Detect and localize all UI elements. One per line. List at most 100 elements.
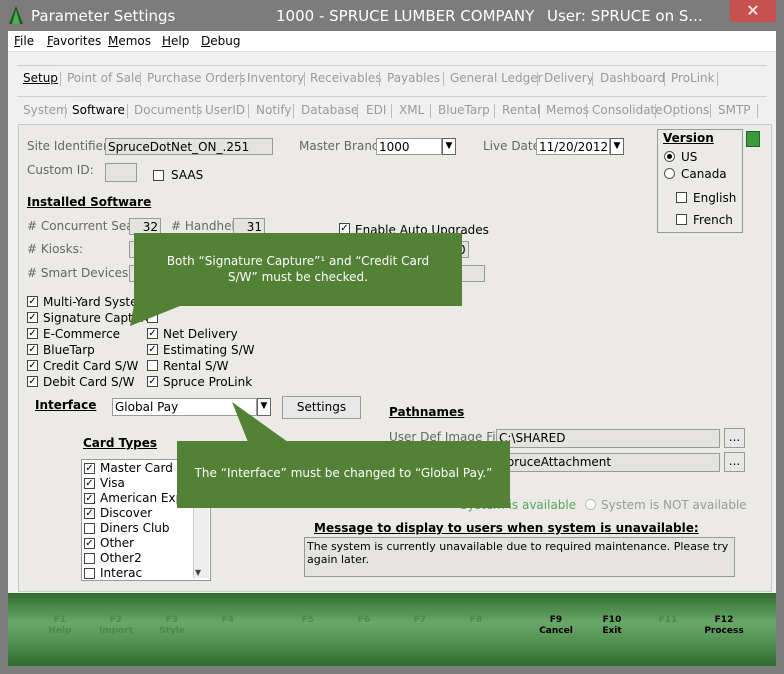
f11-key[interactable]: F11 <box>648 615 688 626</box>
tab-delivery[interactable]: Delivery <box>544 71 594 85</box>
live-date-label: Live Date: <box>483 139 545 153</box>
menu-memos[interactable]: Memos <box>108 34 151 48</box>
subtab-notify[interactable]: Notify <box>256 103 291 117</box>
tab-general-ledger[interactable]: General Ledger <box>450 71 543 85</box>
menu-file[interactable]: File <box>14 34 34 48</box>
f12-key-text: Process <box>704 626 744 636</box>
f9-key-text: Cancel <box>539 626 573 636</box>
f6-key[interactable]: F6 <box>344 615 384 626</box>
tab-payables[interactable]: Payables <box>387 71 440 85</box>
subtab-consolidate[interactable]: Consolidate <box>592 103 663 117</box>
tab-dashboard[interactable]: Dashboard <box>600 71 665 85</box>
subtab-options[interactable]: Options <box>663 103 709 117</box>
tab-inventory[interactable]: Inventory <box>247 71 304 85</box>
callout-signature: Both “Signature Capture”¹ and “Credit Ca… <box>134 233 462 306</box>
browse-attachment-button[interactable]: ... <box>724 452 745 472</box>
f9-key-label: F9 <box>549 615 563 625</box>
tab-prolink[interactable]: ProLink <box>671 71 715 85</box>
card-visa-checkbox[interactable]: ✓ <box>84 478 95 489</box>
f3-key[interactable]: F3 Style <box>152 615 192 637</box>
f12-key-label: F12 <box>714 615 734 625</box>
tab-divider <box>586 104 587 118</box>
callout-pointer-2 <box>232 402 288 442</box>
title-bar[interactable]: Parameter Settings 1000 - SPRUCE LUMBER … <box>0 0 784 31</box>
f5-key[interactable]: F5 <box>288 615 328 626</box>
live-date-dropdown-icon[interactable]: ▼ <box>610 138 624 155</box>
bluetarp-checkbox[interactable]: ✓ <box>27 344 38 355</box>
tab-purchase-orders[interactable]: Purchase Orders <box>147 71 246 85</box>
subtab-userid[interactable]: UserID <box>205 103 245 117</box>
credit-card-checkbox[interactable]: ✓ <box>27 360 38 371</box>
ecommerce-checkbox[interactable]: ✓ <box>27 328 38 339</box>
f2-key[interactable]: F2 Import <box>96 615 136 637</box>
multi-yard-checkbox[interactable]: ✓ <box>27 296 38 307</box>
card-other-checkbox[interactable]: ✓ <box>84 538 95 549</box>
f1-key-text: Help <box>48 626 72 636</box>
card-interac-label: Interac <box>100 566 143 580</box>
f1-key[interactable]: F1 Help <box>40 615 80 637</box>
f4-key[interactable]: F4 <box>208 615 248 626</box>
rental-checkbox[interactable] <box>147 360 158 371</box>
close-button[interactable]: ✕ <box>730 0 776 22</box>
tab-divider <box>655 104 656 118</box>
subtab-software[interactable]: Software <box>72 103 125 117</box>
card-diners-checkbox[interactable] <box>84 523 95 534</box>
estimating-checkbox[interactable]: ✓ <box>147 344 158 355</box>
signature-capture-checkbox[interactable]: ✓ <box>27 312 38 323</box>
version-label: Version <box>663 131 714 145</box>
subtab-smtp[interactable]: SMTP <box>718 103 751 117</box>
browse-image-button[interactable]: ... <box>724 428 745 448</box>
subtab-system[interactable]: System <box>23 103 68 117</box>
card-discover-checkbox[interactable]: ✓ <box>84 508 95 519</box>
tab-receivables[interactable]: Receivables <box>310 71 382 85</box>
master-branch-select[interactable]: 1000 <box>376 138 442 155</box>
card-interac-checkbox[interactable] <box>84 568 95 579</box>
tab-point-of-sale[interactable]: Point of Sale <box>67 71 142 85</box>
card-amex-checkbox[interactable]: ✓ <box>84 493 95 504</box>
french-checkbox[interactable] <box>676 214 687 225</box>
tab-setup[interactable]: Setup <box>23 71 58 85</box>
subtab-memos[interactable]: Memos <box>546 103 589 117</box>
card-other2-checkbox[interactable] <box>84 553 95 564</box>
tab-divider <box>710 104 711 118</box>
live-date-field[interactable]: 11/20/2012 <box>536 138 610 155</box>
prolink-label: Spruce ProLink <box>163 375 253 389</box>
prolink-checkbox[interactable]: ✓ <box>147 376 158 387</box>
custom-id-field[interactable] <box>105 163 137 182</box>
menu-favorites[interactable]: Favorites <box>47 34 101 48</box>
debit-card-checkbox[interactable]: ✓ <box>27 376 38 387</box>
master-branch-dropdown-icon[interactable]: ▼ <box>442 138 456 155</box>
f7-key[interactable]: F7 <box>400 615 440 626</box>
version-us-label: US <box>681 150 698 164</box>
subtab-documents[interactable]: Documents <box>134 103 202 117</box>
attachment-path-field[interactable]: SpruceAttachment <box>496 453 720 472</box>
scroll-down-icon[interactable]: ▼ <box>195 568 201 577</box>
credit-card-label: Credit Card S/W <box>43 359 139 373</box>
version-canada-radio[interactable] <box>664 168 675 179</box>
english-checkbox[interactable] <box>676 192 687 203</box>
subtab-edi[interactable]: EDI <box>366 103 386 117</box>
menu-help[interactable]: Help <box>162 34 189 48</box>
tab-divider <box>537 72 538 86</box>
site-identifier-field[interactable]: SpruceDotNet_ON_.251 <box>105 138 273 155</box>
tab-divider <box>197 104 198 118</box>
subtab-rental[interactable]: Rental <box>502 103 540 117</box>
subtab-database[interactable]: Database <box>301 103 358 117</box>
menu-debug[interactable]: Debug <box>201 34 240 48</box>
subtab-xml[interactable]: XML <box>399 103 424 117</box>
f1-key-label: F1 <box>53 615 67 625</box>
f10-exit-button[interactable]: F10 Exit <box>592 615 632 637</box>
f9-cancel-button[interactable]: F9 Cancel <box>536 615 576 637</box>
card-discover-label: Discover <box>100 506 153 520</box>
f8-key[interactable]: F8 <box>456 615 496 626</box>
user-def-image-field[interactable]: C:\SHARED <box>496 429 720 448</box>
tab-divider <box>65 104 66 118</box>
f7-key-label: F7 <box>413 615 427 625</box>
card-master-checkbox[interactable]: ✓ <box>84 463 95 474</box>
unavailable-message-field[interactable]: The system is currently unavailable due … <box>304 537 735 577</box>
subtab-bluetarp[interactable]: BlueTarp <box>438 103 490 117</box>
version-us-radio[interactable] <box>664 151 675 162</box>
saas-checkbox[interactable] <box>153 170 164 181</box>
system-not-available-radio[interactable] <box>585 499 596 510</box>
f12-process-button[interactable]: F12 Process <box>704 615 744 637</box>
